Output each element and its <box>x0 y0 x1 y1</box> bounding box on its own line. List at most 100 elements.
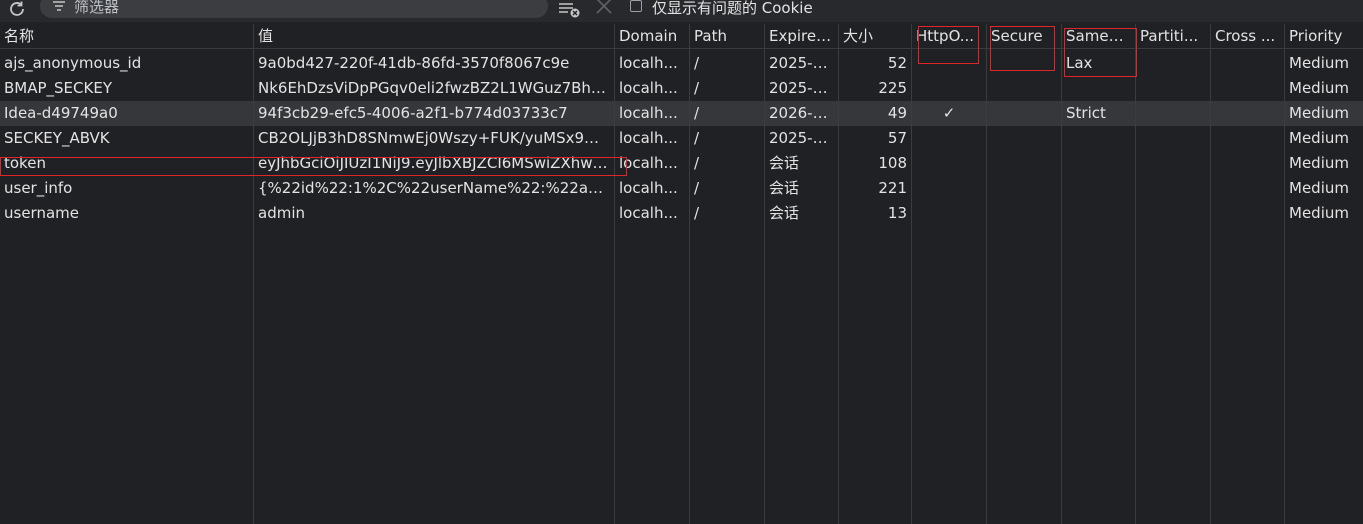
cell-samesite: Lax <box>1066 54 1093 72</box>
cell-path: / <box>694 54 700 72</box>
column-header-partitioned[interactable]: Partiti... <box>1136 24 1210 49</box>
table-row[interactable]: SECKEY_ABVK CB2OLJjB3hD8SNmwEj0Wszy+FUK/… <box>0 126 1363 151</box>
cell-cross-site <box>1211 126 1284 151</box>
column-divider[interactable] <box>1061 24 1062 524</box>
column-divider[interactable] <box>689 24 690 524</box>
table-row[interactable]: user_info {%22id%22:1%2C%22userName%22:%… <box>0 176 1363 201</box>
column-header-cross-site[interactable]: Cross ... <box>1211 24 1284 49</box>
table-row[interactable]: username admin localh... / 会话 13 Medium <box>0 201 1363 226</box>
cell-partitioned <box>1136 101 1210 126</box>
cell-path: / <box>694 204 700 222</box>
cell-samesite <box>1062 76 1135 101</box>
cell-name: BMAP_SECKEY <box>4 79 112 97</box>
cell-samesite <box>1062 201 1135 226</box>
column-divider[interactable] <box>614 24 615 524</box>
column-header-samesite[interactable]: SameS... <box>1062 24 1135 49</box>
table-row-selected[interactable]: Idea-d49749a0 94f3cb29-efc5-4006-a2f1-b7… <box>0 101 1363 126</box>
cell-partitioned <box>1136 151 1210 176</box>
cell-value: 94f3cb29-efc5-4006-a2f1-b774d03733c7 <box>258 104 568 122</box>
column-divider[interactable] <box>986 24 987 524</box>
cell-secure <box>987 201 1061 226</box>
refresh-button[interactable] <box>6 0 28 20</box>
cell-partitioned <box>1136 201 1210 226</box>
cell-value: CB2OLJjB3hD8SNmwEj0Wszy+FUK/yuMSx9M... <box>258 129 612 147</box>
cell-path: / <box>694 179 700 197</box>
column-divider[interactable] <box>838 24 839 524</box>
cell-name: SECKEY_ABVK <box>4 129 110 147</box>
filter-input[interactable] <box>74 0 534 16</box>
cell-value: eyJhbGciOiJIUzI1NiJ9.eyJlbXBJZCI6MSwiZXh… <box>258 154 614 172</box>
cell-secure <box>987 126 1061 151</box>
clear-filter-icon <box>559 3 580 18</box>
cell-value: Nk6EhDzsViDpPGqv0eli2fwzBZ2L1WGuz7Bh7X..… <box>258 79 614 97</box>
column-header-httponly[interactable]: HttpO... <box>912 24 986 49</box>
table-row[interactable]: ajs_anonymous_id 9a0bd427-220f-41db-86fd… <box>0 51 1363 76</box>
cell-samesite <box>1062 126 1135 151</box>
cell-size: 225 <box>878 79 907 97</box>
cell-partitioned <box>1136 51 1210 76</box>
column-divider[interactable] <box>764 24 765 524</box>
column-divider[interactable] <box>253 24 254 524</box>
column-header-path[interactable]: Path <box>690 24 764 49</box>
cell-cross-site <box>1211 201 1284 226</box>
cell-path: / <box>694 104 700 122</box>
column-header-secure[interactable]: Secure <box>987 24 1061 49</box>
cell-cross-site <box>1211 151 1284 176</box>
filter-icon <box>53 1 65 11</box>
column-header-priority[interactable]: Priority <box>1285 24 1363 49</box>
cell-httponly <box>912 176 986 201</box>
cell-secure <box>987 101 1061 126</box>
cell-httponly-check-icon: ✓ <box>942 104 956 122</box>
cell-partitioned <box>1136 126 1210 151</box>
cell-secure <box>987 176 1061 201</box>
column-header-domain[interactable]: Domain <box>615 24 689 49</box>
cell-value: {%22id%22:1%2C%22userName%22:%22admi... <box>258 179 614 197</box>
cell-path: / <box>694 129 700 147</box>
cell-expires: 会话 <box>769 204 800 222</box>
column-header-value[interactable]: 值 <box>254 24 614 49</box>
cell-name: user_info <box>4 179 73 197</box>
cell-name: username <box>4 204 79 222</box>
cell-name: token <box>4 154 46 172</box>
table-row[interactable]: token eyJhbGciOiJIUzI1NiJ9.eyJlbXBJZCI6M… <box>0 151 1363 176</box>
cell-expires: 会话 <box>769 179 800 197</box>
cell-secure <box>987 151 1061 176</box>
column-divider[interactable] <box>1135 24 1136 524</box>
cell-expires: 2025-0... <box>769 79 837 97</box>
column-divider[interactable] <box>1210 24 1211 524</box>
table-header: 名称 值 Domain Path Expires... 大小 HttpO... … <box>0 24 1363 49</box>
cell-samesite <box>1062 176 1135 201</box>
cell-cross-site <box>1211 51 1284 76</box>
cell-path: / <box>694 154 700 172</box>
cell-httponly <box>912 151 986 176</box>
cell-path: / <box>694 79 700 97</box>
cell-secure <box>987 51 1061 76</box>
cookie-table: 名称 值 Domain Path Expires... 大小 HttpO... … <box>0 24 1363 524</box>
column-header-name[interactable]: 名称 <box>0 24 253 49</box>
cell-value: 9a0bd427-220f-41db-86fd-3570f8067c9e <box>258 54 570 72</box>
column-header-size[interactable]: 大小 <box>839 24 911 49</box>
delete-selected-button[interactable] <box>594 0 614 16</box>
column-header-expires[interactable]: Expires... <box>765 24 838 49</box>
cell-httponly <box>912 76 986 101</box>
cell-samesite <box>1062 151 1135 176</box>
cell-domain: localh... <box>619 104 678 122</box>
cell-httponly <box>912 201 986 226</box>
clear-filtered-cookies-button[interactable] <box>558 0 582 18</box>
cell-priority: Medium <box>1289 204 1349 222</box>
cell-domain: localh... <box>619 79 678 97</box>
column-divider[interactable] <box>1284 24 1285 524</box>
cookie-toolbar: 仅显示有问题的 Cookie <box>0 0 1363 22</box>
cell-size: 108 <box>878 154 907 172</box>
column-divider[interactable] <box>911 24 912 524</box>
cell-domain: localh... <box>619 204 678 222</box>
cell-expires: 会话 <box>769 154 800 172</box>
cell-expires: 2026-0... <box>769 104 837 122</box>
cell-name: ajs_anonymous_id <box>4 54 142 72</box>
cell-size: 57 <box>887 129 907 147</box>
table-row[interactable]: BMAP_SECKEY Nk6EhDzsViDpPGqv0eli2fwzBZ2L… <box>0 76 1363 101</box>
issues-only-checkbox[interactable] <box>630 0 642 12</box>
filter-box[interactable] <box>40 0 548 18</box>
cell-domain: localh... <box>619 179 678 197</box>
cell-samesite: Strict <box>1066 104 1106 122</box>
